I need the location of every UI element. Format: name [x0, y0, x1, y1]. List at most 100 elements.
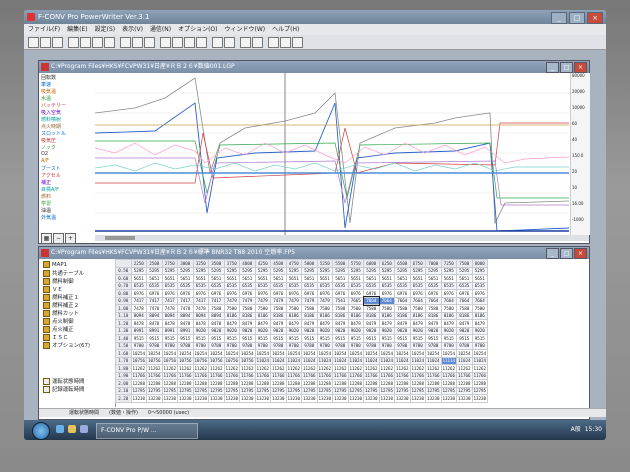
map-cell[interactable]: 6535 — [130, 281, 147, 290]
map-cell[interactable]: 9780 — [285, 341, 302, 350]
map-cell[interactable]: 13230 — [394, 394, 411, 403]
map-cell[interactable]: 8479 — [471, 319, 488, 328]
map-cell[interactable]: 6535 — [409, 281, 426, 290]
map-cell[interactable]: 9780 — [363, 341, 380, 350]
map-cell[interactable]: 12795 — [270, 386, 287, 395]
map-cell[interactable]: 7664 — [378, 296, 395, 305]
map-cell[interactable]: 5651 — [239, 274, 256, 283]
map-cell[interactable]: 7417 — [161, 296, 178, 305]
map-cell[interactable]: 10756 — [223, 356, 240, 365]
map-cell[interactable]: 5651 — [471, 274, 488, 283]
map-cell[interactable]: 9780 — [177, 341, 194, 350]
map-cell[interactable]: 5295 — [316, 266, 333, 275]
table-icon[interactable] — [144, 37, 155, 48]
map-cell[interactable]: 5295 — [471, 266, 488, 275]
map-cell[interactable]: 6976 — [239, 289, 256, 298]
cut-icon[interactable] — [80, 37, 91, 48]
map-cell[interactable]: 6535 — [208, 281, 225, 290]
map-cell[interactable]: 6535 — [146, 281, 163, 290]
channel-label[interactable]: 外気温 — [41, 214, 56, 221]
map-cell[interactable]: 7664 — [362, 296, 380, 306]
map-cell[interactable]: 12795 — [471, 386, 488, 395]
map-cell[interactable]: 12288 — [440, 379, 457, 388]
map-cell[interactable]: 8479 — [425, 319, 442, 328]
map-cell[interactable]: 11262 — [456, 364, 473, 373]
map-cell[interactable]: 9780 — [223, 341, 240, 350]
map-cell[interactable]: 9515 — [363, 334, 380, 343]
map-cell[interactable]: 6535 — [301, 281, 318, 290]
map-cell[interactable]: 5651 — [177, 274, 194, 283]
map-cell[interactable]: 10254 — [440, 349, 457, 358]
tree-item[interactable]: ＶＥ — [43, 285, 63, 293]
map-cell[interactable]: 11766 — [378, 371, 395, 380]
map-cell[interactable]: 9020 — [285, 326, 302, 335]
map-cell[interactable]: 5295 — [192, 266, 209, 275]
write-ecu-icon[interactable] — [172, 37, 183, 48]
map-cell[interactable]: 7664 — [440, 296, 457, 305]
map-cell[interactable]: 13230 — [192, 394, 209, 403]
map-cell[interactable]: 7665 — [347, 296, 364, 305]
map-cell[interactable]: 5295 — [146, 266, 163, 275]
window-cascade-icon[interactable] — [280, 37, 291, 48]
map-cell[interactable]: 8478 — [130, 319, 147, 328]
map-cell[interactable]: 9780 — [192, 341, 209, 350]
map-cell[interactable]: 11262 — [254, 364, 271, 373]
map-cell[interactable]: 9515 — [456, 334, 473, 343]
map-cell[interactable]: 9020 — [254, 326, 271, 335]
map-cell[interactable]: 8186 — [285, 311, 302, 320]
map-cell[interactable]: 6535 — [332, 281, 349, 290]
map-cell[interactable]: 5651 — [425, 274, 442, 283]
map-cell[interactable]: 12288 — [456, 379, 473, 388]
map-cell[interactable]: 11262 — [363, 364, 380, 373]
map-cell[interactable]: 6535 — [347, 281, 364, 290]
ie-icon[interactable] — [56, 425, 64, 433]
map-cell[interactable]: 7417 — [208, 296, 225, 305]
map-cell[interactable]: 11766 — [347, 371, 364, 380]
map-cell[interactable]: 8186 — [223, 311, 240, 320]
map-cell[interactable]: 10254 — [161, 349, 178, 358]
map-cell[interactable]: 12288 — [316, 379, 333, 388]
map-cell[interactable]: 5295 — [456, 266, 473, 275]
map-cell[interactable]: 9780 — [378, 341, 395, 350]
map-cell[interactable]: 11766 — [130, 371, 147, 380]
map-cell[interactable]: 8186 — [409, 311, 426, 320]
zoom-out-icon[interactable]: − — [53, 233, 64, 244]
map-cell[interactable]: 8479 — [347, 319, 364, 328]
map-cell[interactable]: 5295 — [409, 266, 426, 275]
map-cell[interactable]: 11766 — [456, 371, 473, 380]
tree-item[interactable]: 点火補正 — [43, 325, 74, 333]
map-cell[interactable]: 11766 — [332, 371, 349, 380]
map-cell[interactable]: 11024 — [409, 356, 426, 365]
map-cell[interactable]: 7478 — [177, 304, 194, 313]
help-icon[interactable] — [292, 37, 303, 48]
map-cell[interactable]: 8478 — [146, 319, 163, 328]
menu-help[interactable]: ヘルプ(H) — [272, 24, 299, 35]
map-cell[interactable]: 12288 — [254, 379, 271, 388]
map-cell[interactable]: 12288 — [409, 379, 426, 388]
map-cell[interactable]: 12795 — [409, 386, 426, 395]
map-cell[interactable]: 8479 — [332, 319, 349, 328]
map-cell[interactable]: 7580 — [471, 304, 488, 313]
map-cell[interactable]: 11766 — [285, 371, 302, 380]
map-cell[interactable]: 12288 — [301, 379, 318, 388]
map-cell[interactable]: 9020 — [270, 326, 287, 335]
map-cell[interactable]: 5651 — [363, 274, 380, 283]
map-cell[interactable]: 12288 — [394, 379, 411, 388]
channel-label[interactable]: スロットル — [41, 130, 66, 137]
map-cell[interactable]: 6535 — [285, 281, 302, 290]
save-icon[interactable] — [52, 37, 63, 48]
map-cell[interactable]: 9020 — [223, 326, 240, 335]
tree-item[interactable]: 運転状態時間 — [43, 377, 84, 385]
map-cell[interactable]: 11262 — [347, 364, 364, 373]
map-cell[interactable]: 12288 — [471, 379, 488, 388]
map-cell[interactable]: 8186 — [316, 311, 333, 320]
map-cell[interactable]: 13230 — [440, 394, 457, 403]
map-cell[interactable]: 9780 — [456, 341, 473, 350]
map-cell[interactable]: 12795 — [332, 386, 349, 395]
map-cell[interactable]: 11262 — [425, 364, 442, 373]
map-cell[interactable]: 10254 — [332, 349, 349, 358]
map-cell[interactable]: 7580 — [254, 304, 271, 313]
map-cell[interactable]: 11766 — [270, 371, 287, 380]
map-cell[interactable]: 6976 — [285, 289, 302, 298]
map-cell[interactable]: 12795 — [146, 386, 163, 395]
